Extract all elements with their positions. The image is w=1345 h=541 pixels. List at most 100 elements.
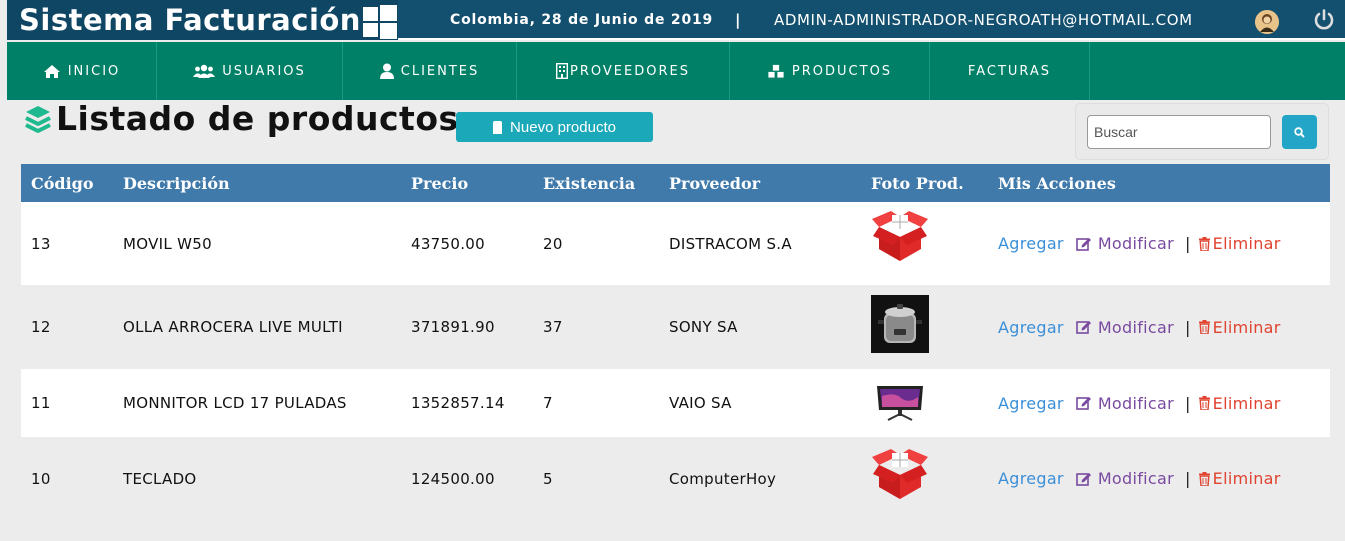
header-stock: Existencia xyxy=(543,173,636,193)
avatar[interactable] xyxy=(1255,10,1279,34)
cell-price: 1352857.14 xyxy=(411,394,505,412)
cell-provider: VAIO SA xyxy=(669,394,732,412)
products-table: Código Descripción Precio Existencia Pro… xyxy=(21,164,1330,520)
header-code: Código xyxy=(31,173,94,193)
cell-price: 124500.00 xyxy=(411,469,495,488)
cell-description: TECLADO xyxy=(123,469,197,488)
cell-actions: Agregar Modificar | Eliminar xyxy=(998,469,1330,488)
edit-icon xyxy=(1076,472,1091,486)
cell-photo xyxy=(871,295,998,353)
action-separator: | xyxy=(1184,393,1191,413)
add-link[interactable]: Agregar xyxy=(998,318,1064,337)
action-separator: | xyxy=(1184,469,1191,488)
user-icon xyxy=(379,63,394,79)
users-icon xyxy=(193,64,216,78)
user-avatar-icon xyxy=(1255,10,1279,34)
delete-link[interactable]: Eliminar xyxy=(1198,234,1281,253)
delete-link[interactable]: Eliminar xyxy=(1198,317,1281,337)
nav-label: FACTURAS xyxy=(967,63,1052,79)
modify-label: Modificar xyxy=(1097,234,1174,253)
delete-label: Eliminar xyxy=(1212,317,1281,337)
trash-icon xyxy=(1198,236,1210,251)
top-header: Sistema Facturación Colombia, 28 de Juni… xyxy=(7,0,1345,40)
search-form xyxy=(1075,103,1329,160)
delete-link[interactable]: Eliminar xyxy=(1198,469,1281,488)
cell-provider: SONY SA xyxy=(669,318,738,336)
trash-icon xyxy=(1198,471,1210,486)
header-actions: Mis Acciones xyxy=(998,173,1116,193)
nav-item-productos[interactable]: PRODUCTOS xyxy=(730,42,930,100)
nav-item-facturas[interactable]: FACTURAS xyxy=(930,42,1090,100)
modify-link[interactable]: Modificar xyxy=(1076,469,1174,488)
user-email: ADMIN-ADMINISTRADOR-NEGROATH@HOTMAIL.COM xyxy=(774,11,1193,29)
action-separator: | xyxy=(1184,234,1191,253)
modify-label: Modificar xyxy=(1097,393,1174,413)
modify-link[interactable]: Modificar xyxy=(1076,234,1174,253)
cell-price: 371891.90 xyxy=(411,318,495,336)
cell-stock: 20 xyxy=(543,234,563,253)
header-photo: Foto Prod. xyxy=(871,173,964,193)
cell-code: 11 xyxy=(31,394,51,412)
cell-provider: ComputerHoy xyxy=(669,469,777,488)
add-link[interactable]: Agregar xyxy=(998,469,1064,488)
delete-label: Eliminar xyxy=(1212,393,1281,413)
layers-icon xyxy=(25,106,51,133)
search-button[interactable] xyxy=(1282,115,1317,149)
header-provider: Proveedor xyxy=(669,173,761,193)
delete-link[interactable]: Eliminar xyxy=(1198,393,1281,413)
rice-cooker-photo xyxy=(871,295,929,353)
table-header: Código Descripción Precio Existencia Pro… xyxy=(21,164,1330,202)
trash-icon xyxy=(1198,396,1210,410)
cubes-icon xyxy=(767,63,785,78)
cell-provider: DISTRACOM S.A xyxy=(669,234,792,253)
new-product-label: Nuevo producto xyxy=(510,118,616,136)
main-nav: INICIO USUARIOS CLIENTES PROVEEDORES PRO… xyxy=(7,42,1345,100)
monitor-photo xyxy=(871,380,929,424)
nav-label: CLIENTES xyxy=(400,63,480,79)
page-title: Listado de productos xyxy=(56,99,459,138)
modify-label: Modificar xyxy=(1097,469,1174,488)
table-row: 10 TECLADO 124500.00 5 ComputerHoy Agreg… xyxy=(21,437,1330,520)
search-icon xyxy=(1294,126,1305,138)
cell-photo xyxy=(871,380,998,424)
header-separator: | xyxy=(735,11,741,29)
cell-description: OLLA ARROCERA LIVE MULTI xyxy=(123,318,343,336)
cell-stock: 7 xyxy=(543,394,553,412)
nav-label: USUARIOS xyxy=(222,63,306,79)
nav-label: INICIO xyxy=(67,63,121,79)
add-link[interactable]: Agregar xyxy=(998,394,1064,413)
header-price: Precio xyxy=(411,173,469,193)
modify-link[interactable]: Modificar xyxy=(1076,318,1174,337)
trash-icon xyxy=(1198,320,1210,334)
modify-link[interactable]: Modificar xyxy=(1076,394,1174,413)
cell-photo xyxy=(871,448,998,503)
nav-item-proveedores[interactable]: PROVEEDORES xyxy=(517,42,730,100)
cell-code: 12 xyxy=(31,318,51,336)
cell-code: 10 xyxy=(31,469,51,488)
nav-item-usuarios[interactable]: USUARIOS xyxy=(157,42,343,100)
edit-icon xyxy=(1076,237,1091,251)
table-row: 12 OLLA ARROCERA LIVE MULTI 371891.90 37… xyxy=(21,285,1330,369)
building-icon xyxy=(556,63,569,79)
action-separator: | xyxy=(1184,317,1191,337)
nav-item-inicio[interactable]: INICIO xyxy=(7,42,157,100)
cell-description: MOVIL W50 xyxy=(123,234,212,253)
table-row: 13 MOVIL W50 43750.00 20 DISTRACOM S.A A… xyxy=(21,202,1330,285)
search-input[interactable] xyxy=(1087,115,1271,149)
cell-actions: Agregar Modificar | Eliminar xyxy=(998,318,1330,337)
power-logout-icon[interactable] xyxy=(1313,9,1335,31)
modify-label: Modificar xyxy=(1097,317,1174,337)
box-icon xyxy=(872,448,928,499)
nav-label: PRODUCTOS xyxy=(791,63,893,79)
new-product-button[interactable]: Nuevo producto xyxy=(456,112,653,142)
add-link[interactable]: Agregar xyxy=(998,234,1064,253)
delete-label: Eliminar xyxy=(1212,469,1281,488)
nav-item-clientes[interactable]: CLIENTES xyxy=(343,42,517,100)
brand: Sistema Facturación xyxy=(7,0,398,40)
document-icon xyxy=(493,120,503,134)
windows-logo-icon xyxy=(363,5,397,39)
cell-stock: 37 xyxy=(543,318,563,336)
current-date: Colombia, 28 de Junio de 2019 xyxy=(450,12,714,28)
cell-price: 43750.00 xyxy=(411,234,485,253)
nav-label: PROVEEDORES xyxy=(570,63,690,79)
